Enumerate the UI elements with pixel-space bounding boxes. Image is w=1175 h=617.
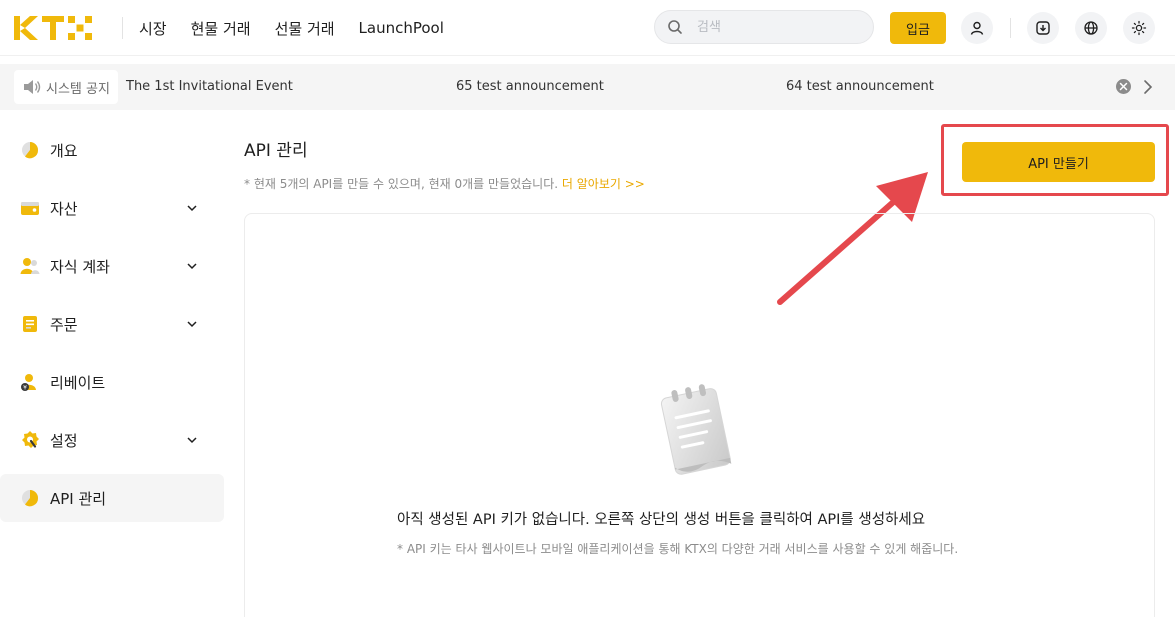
ktx-logo[interactable]: [14, 16, 94, 40]
sidebar-item-rebate[interactable]: ¥ 리베이트: [0, 358, 224, 406]
sidebar-item-label: 리베이트: [50, 373, 106, 392]
header-divider-2: [1010, 18, 1011, 38]
announcement-item[interactable]: The 1st Invitational Event: [126, 79, 293, 94]
sidebar-item-settings[interactable]: 설정: [0, 416, 224, 464]
chevron-down-icon: [187, 263, 197, 270]
user-icon: [970, 21, 984, 35]
search-input[interactable]: [697, 19, 857, 35]
top-header: 시장 현물 거래 선물 거래 LaunchPool 입금: [0, 0, 1175, 56]
sidebar-item-label: 자식 계좌: [50, 257, 110, 276]
search-icon: [668, 20, 682, 34]
sidebar-item-api-management[interactable]: API 관리: [0, 474, 224, 522]
sun-icon: [1131, 20, 1147, 36]
announcement-item[interactable]: 64 test announcement: [786, 79, 934, 94]
sidebar-item-label: 설정: [50, 431, 78, 450]
sidebar-item-sub-accounts[interactable]: 자식 계좌: [0, 242, 224, 290]
api-limit-note: * 현재 5개의 API를 만들 수 있으며, 현재 0개를 만들었습니다. 더…: [244, 175, 645, 192]
sidebar-item-label: 개요: [50, 141, 78, 160]
api-limit-text: * 현재 5개의 API를 만들 수 있으며, 현재 0개를 만들었습니다.: [244, 177, 559, 191]
sidebar-item-label: API 관리: [50, 489, 107, 508]
user-button[interactable]: [961, 12, 993, 44]
settings-icon: [22, 431, 39, 448]
rebate-icon: ¥: [21, 374, 36, 391]
empty-state-title: 아직 생성된 API 키가 없습니다. 오른쪽 상단의 생성 버튼을 클릭하여 …: [397, 512, 926, 528]
chevron-down-icon: [187, 321, 197, 328]
nav-spot-trading[interactable]: 현물 거래: [191, 18, 251, 39]
wallet-icon: [21, 202, 39, 215]
nav-market[interactable]: 시장: [139, 18, 167, 39]
download-icon: [1036, 21, 1050, 35]
sidebar-item-assets[interactable]: 자산: [0, 184, 224, 232]
orders-icon: [23, 316, 37, 332]
overview-icon: [22, 142, 39, 159]
globe-icon: [1084, 21, 1098, 35]
sidebar-item-label: 자산: [50, 199, 78, 218]
chevron-down-icon: [187, 205, 197, 212]
header-divider: [122, 17, 123, 39]
create-api-button[interactable]: API 만들기: [962, 142, 1155, 182]
announcement-bar: 시스템 공지 The 1st Invitational Event 65 tes…: [0, 64, 1175, 110]
search-box[interactable]: [654, 10, 874, 44]
nav-futures-trading[interactable]: 선물 거래: [275, 18, 335, 39]
sidebar-item-overview[interactable]: 개요: [0, 126, 224, 174]
api-icon: [22, 490, 39, 507]
download-button[interactable]: [1027, 12, 1059, 44]
sidebar-item-label: 주문: [50, 315, 78, 334]
language-button[interactable]: [1075, 12, 1107, 44]
main-nav: 시장 현물 거래 선물 거래 LaunchPool: [139, 0, 444, 56]
announcement-item[interactable]: 65 test announcement: [456, 79, 604, 94]
sub-account-icon: [20, 258, 40, 274]
page-title: API 관리: [244, 141, 308, 161]
empty-state-description: * API 키는 타사 웹사이트나 모바일 애플리케이션을 통해 KTX의 다양…: [397, 542, 959, 556]
close-icon: [1119, 82, 1128, 91]
deposit-button[interactable]: 입금: [890, 12, 946, 44]
learn-more-link[interactable]: 더 알아보기 >>: [562, 177, 645, 191]
sidebar: 개요 자산 자식 계좌 주문 ¥ 리베이트 설정 API 관리: [0, 126, 224, 532]
close-announcement-button[interactable]: [1116, 79, 1131, 94]
theme-button[interactable]: [1123, 12, 1155, 44]
speaker-icon: [24, 80, 41, 94]
empty-document-icon: [660, 384, 732, 475]
chevron-right-icon[interactable]: [1141, 78, 1155, 96]
system-notice-label: 시스템 공지: [14, 70, 118, 104]
sidebar-item-orders[interactable]: 주문: [0, 300, 224, 348]
system-notice-text: 시스템 공지: [46, 81, 110, 97]
nav-launchpool[interactable]: LaunchPool: [359, 19, 444, 37]
chevron-down-icon: [187, 437, 197, 444]
svg-text:¥: ¥: [23, 384, 27, 391]
